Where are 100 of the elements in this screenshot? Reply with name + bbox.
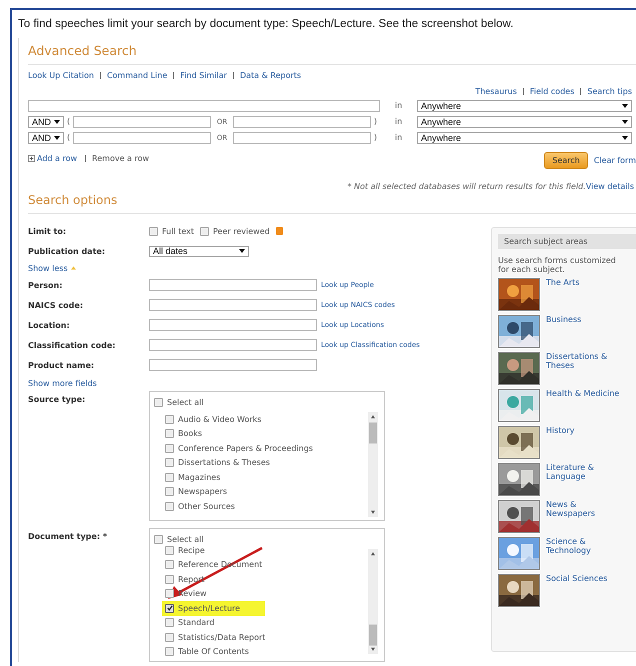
checkbox[interactable] [165,574,174,584]
checkbox[interactable] [165,560,174,570]
search-field[interactable] [232,116,371,128]
checkbox[interactable] [200,226,210,236]
tool-link[interactable]: Search tips [580,88,632,95]
checkbox-label: Magazines [178,472,220,482]
checkbox[interactable] [154,398,163,407]
field-label: Product name: [28,360,96,370]
section-title: Search options [28,193,636,214]
field-label: NAICS code: [28,300,84,310]
nav-link[interactable]: Command Line [100,72,168,79]
subject-link[interactable]: News & Newspapers [546,500,626,518]
remove-row-link[interactable]: Remove a row [85,155,150,162]
checkbox[interactable] [165,647,174,656]
checkbox[interactable] [165,632,174,642]
checkbox-label: Select all [167,535,204,544]
intro-text: To find speeches limit your search by document type: Speech/Lecture. See the screenshot below. [17,17,514,30]
in-label: in [394,133,404,142]
field-label: Source type: [28,394,86,404]
subject-link[interactable]: Dissertations & Theses [546,352,626,370]
checkbox-label: Audio & Video Works [178,414,262,424]
operator-select[interactable]: AND [28,116,64,128]
panel-header: Search subject areas [498,234,636,249]
checkbox-label: Books [178,429,202,438]
checkbox-label: Speech/Lecture [178,604,240,613]
date-select[interactable]: All dates [149,246,249,256]
view-details-link[interactable]: View details [586,182,634,191]
checkbox[interactable] [165,444,174,453]
checkbox[interactable] [165,472,174,482]
open-paren: ( [67,133,70,142]
tool-link[interactable]: Thesaurus [475,87,517,96]
checkbox[interactable] [165,546,174,555]
checkbox[interactable] [165,618,174,628]
field-label: Location: [28,320,71,330]
checkbox-label: Newspapers [178,487,228,496]
operator-select[interactable]: AND [28,132,64,144]
text-field[interactable] [149,299,317,311]
text-field[interactable] [149,359,317,371]
checkbox-label: Recipe [178,546,205,555]
field-label: Publication date: [28,246,106,256]
nav-link[interactable]: Look Up Citation [28,71,94,80]
search-button[interactable]: Search [544,152,588,169]
checkbox[interactable] [165,604,174,613]
checkbox[interactable] [149,226,158,236]
field-select[interactable]: Anywhere [417,132,632,144]
nav-link[interactable]: Find Similar [173,72,227,79]
caret-icon [70,266,76,270]
panel-intro: Use search forms customized for each subject. [498,256,617,274]
scrollbar[interactable] [368,412,378,517]
nav-link[interactable]: Data & Reports [232,72,302,79]
checkbox[interactable] [154,535,163,544]
checkbox-label: Peer reviewed [213,226,270,236]
text-field[interactable] [149,319,317,331]
add-icon[interactable] [28,155,35,162]
subject-link[interactable]: History [546,426,626,435]
dropdown-arrow-icon [622,120,628,124]
clear-form-link[interactable]: Clear form [594,156,636,165]
note-text: * Not all selected databases will return results for this field. [347,182,586,191]
info-icon[interactable] [276,227,283,235]
checkbox[interactable] [165,502,174,511]
subject-link[interactable]: Health & Medicine [546,389,626,398]
in-label: in [394,117,404,126]
text-field[interactable] [149,339,317,351]
dropdown-arrow-icon [54,136,60,140]
search-field[interactable] [28,100,380,112]
checkbox[interactable] [165,414,174,424]
tool-link[interactable]: Field codes [522,88,574,95]
field-select[interactable]: Anywhere [417,116,632,128]
close-paren: ) [374,133,377,142]
checkbox[interactable] [165,429,174,438]
in-label: in [394,101,404,110]
checkbox-label: Select all [167,398,204,407]
checkbox-label: Conference Papers & Proceedings [178,444,313,453]
search-field[interactable] [73,132,212,144]
subject-link[interactable]: Science & Technology [546,537,626,555]
field-label: Person: [28,280,64,290]
open-paren: ( [67,117,70,126]
subject-link[interactable]: Social Sciences [546,574,626,583]
dropdown-arrow-icon [54,120,60,124]
checkbox[interactable] [165,589,174,598]
search-field[interactable] [232,132,371,144]
subject-link[interactable]: Business [546,315,626,324]
add-row-link[interactable]: Add a row [37,154,78,163]
checkbox[interactable] [165,487,174,496]
dropdown-arrow-icon [239,249,245,253]
subject-link[interactable]: The Arts [546,278,626,287]
checkbox[interactable] [165,458,174,468]
page-title: Advanced Search [28,38,636,65]
search-field[interactable] [73,116,212,128]
text-field[interactable] [149,279,317,291]
show-more-link[interactable]: Show more fields [28,379,488,388]
field-select[interactable]: Anywhere [417,100,632,112]
field-label: Limit to: [28,226,68,236]
scrollbar[interactable] [368,549,378,654]
checkbox-label: Full text [162,226,194,236]
show-less-link[interactable]: Show less [28,264,68,272]
dropdown-arrow-icon [622,104,628,108]
checkbox-label: Dissertations & Theses [178,458,270,468]
checkbox-label: Statistics/Data Report [178,632,266,642]
subject-link[interactable]: Literature & Language [546,463,626,481]
